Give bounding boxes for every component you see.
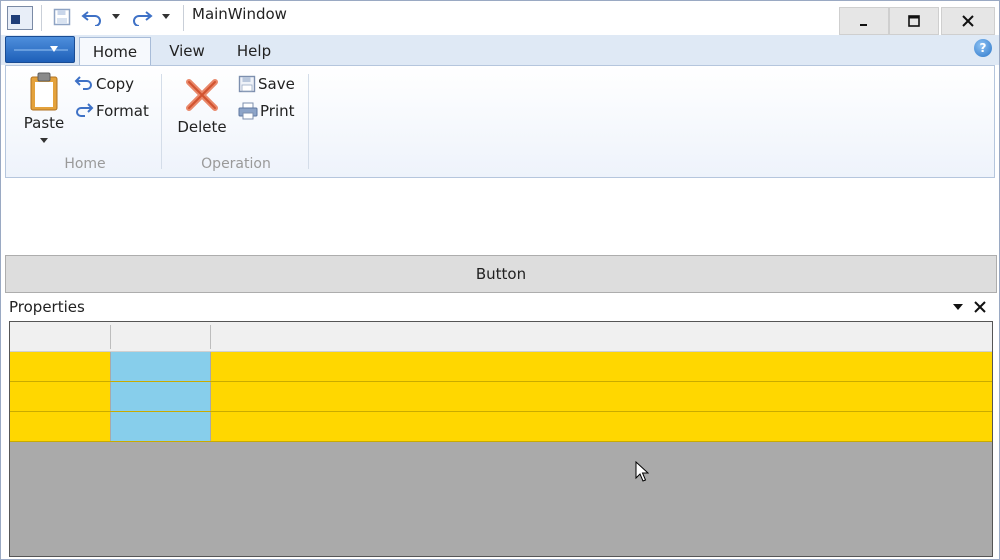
group-divider: [308, 74, 309, 169]
grid-cell[interactable]: [10, 382, 110, 411]
title-bar: MainWindow: [1, 1, 999, 35]
paste-label: Paste: [23, 114, 65, 132]
undo-dropdown-icon[interactable]: [109, 5, 123, 29]
save-label: Save: [258, 75, 295, 93]
column-header[interactable]: [111, 325, 211, 349]
mouse-cursor-icon: [635, 461, 649, 482]
main-button[interactable]: Button: [5, 255, 997, 293]
properties-header: Properties: [5, 295, 997, 319]
window-title: MainWindow: [192, 5, 287, 23]
redo-icon[interactable]: [129, 5, 155, 29]
panel-menu-dropdown-icon[interactable]: [953, 304, 963, 310]
application-menu-button[interactable]: [5, 36, 75, 63]
grid-cell[interactable]: [110, 412, 211, 441]
column-header[interactable]: [211, 325, 992, 349]
format-label: Format: [96, 102, 149, 120]
paste-button[interactable]: Paste: [20, 72, 68, 144]
printer-icon: [238, 102, 258, 120]
print-button[interactable]: Print: [238, 100, 295, 122]
redo-arrow-icon: [76, 103, 94, 117]
grid-cell[interactable]: [10, 352, 110, 381]
save-icon[interactable]: [51, 5, 73, 29]
close-icon: [962, 15, 974, 27]
grid-cell[interactable]: [211, 382, 992, 411]
grid-row[interactable]: [10, 412, 992, 442]
print-label: Print: [260, 102, 295, 120]
grid-cell[interactable]: [110, 382, 211, 411]
undo-arrow-icon: [74, 76, 92, 90]
delete-x-icon: [186, 79, 218, 111]
column-header[interactable]: [10, 325, 111, 349]
ribbon-panel: Paste Copy Format Home Delete Save Print…: [5, 65, 995, 178]
clipboard-icon: [30, 72, 58, 111]
format-button[interactable]: Format: [74, 100, 149, 122]
delete-button[interactable]: Delete: [174, 76, 230, 136]
main-window: MainWindow Home View Help ? Paste Copy F…: [0, 0, 1000, 560]
delete-label: Delete: [177, 118, 227, 136]
app-icon[interactable]: [7, 6, 33, 30]
properties-grid[interactable]: [9, 321, 993, 557]
panel-close-icon[interactable]: [972, 299, 988, 315]
close-button[interactable]: [941, 7, 995, 35]
group-label-operation: Operation: [201, 156, 271, 172]
floppy-icon: [238, 75, 256, 93]
title-divider: [41, 5, 42, 31]
properties-title: Properties: [9, 298, 85, 316]
tab-help[interactable]: Help: [227, 37, 281, 65]
customize-quick-access-icon[interactable]: [159, 5, 173, 29]
minimize-button[interactable]: [839, 7, 889, 35]
group-label-home: Home: [64, 156, 106, 172]
maximize-icon: [908, 15, 920, 27]
grid-row[interactable]: [10, 382, 992, 412]
help-icon[interactable]: ?: [974, 39, 992, 57]
content-area: [5, 179, 995, 255]
copy-button[interactable]: Copy: [74, 73, 134, 95]
grid-cell[interactable]: [211, 412, 992, 441]
grid-cell[interactable]: [211, 352, 992, 381]
grid-row[interactable]: [10, 352, 992, 382]
paste-dropdown-icon: [40, 138, 48, 143]
save-button[interactable]: Save: [238, 73, 295, 95]
grid-cell[interactable]: [10, 412, 110, 441]
undo-icon[interactable]: [79, 5, 105, 29]
copy-label: Copy: [96, 75, 135, 93]
tab-view[interactable]: View: [159, 37, 215, 65]
ribbon-tab-row: Home View Help ?: [1, 35, 999, 65]
grid-cell[interactable]: [110, 352, 211, 381]
grid-header-row: [10, 322, 992, 352]
maximize-button[interactable]: [889, 7, 939, 35]
tab-home[interactable]: Home: [79, 37, 151, 65]
group-divider: [161, 74, 162, 169]
minimize-icon: [860, 24, 867, 26]
title-divider: [183, 5, 184, 31]
